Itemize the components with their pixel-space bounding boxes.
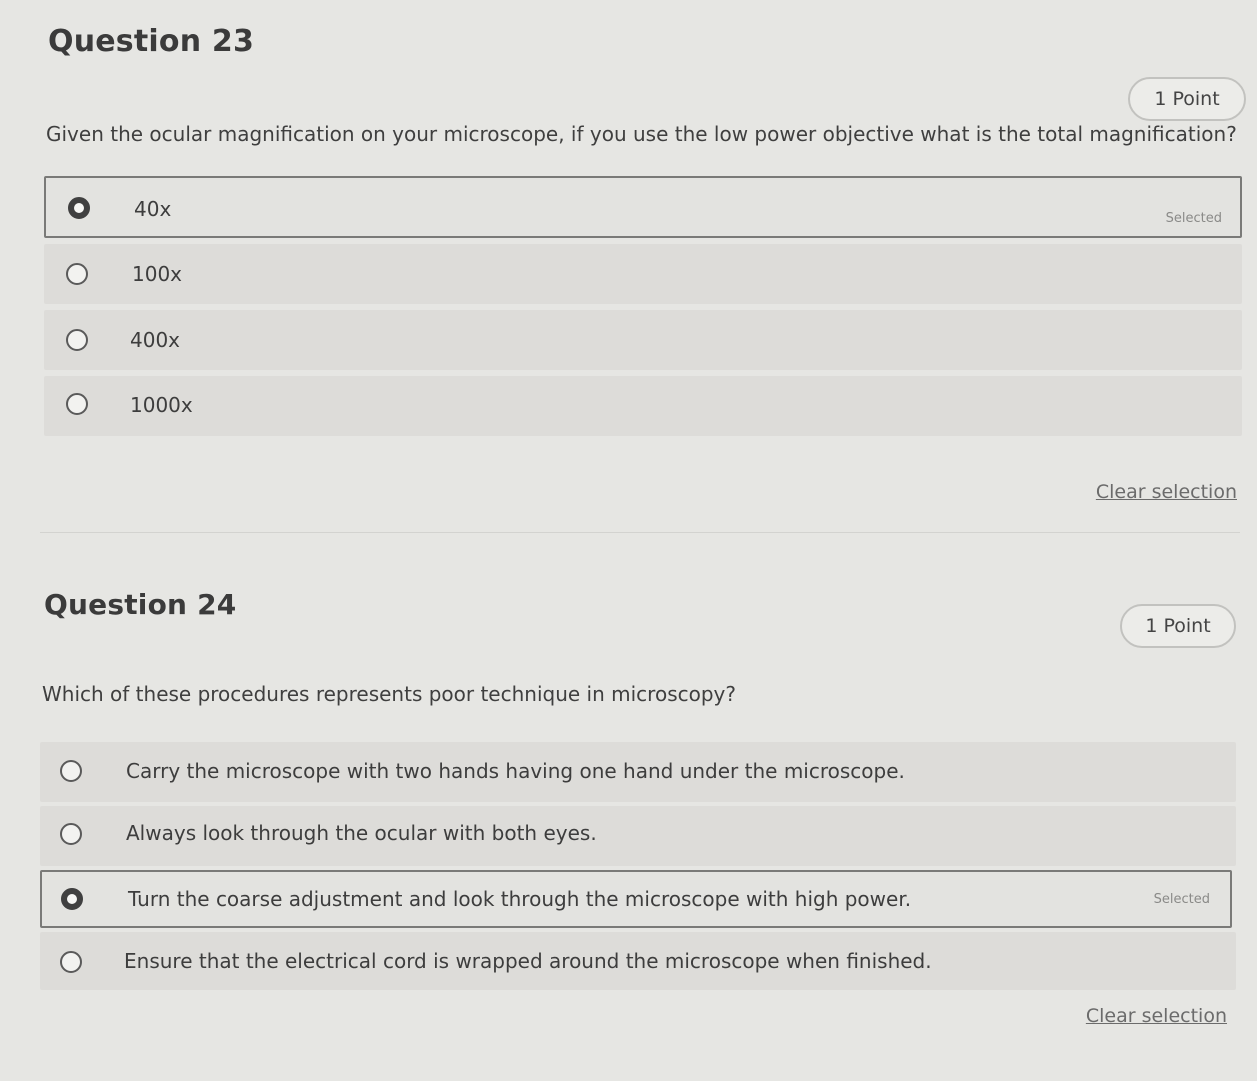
points-badge: 1 Point (1120, 604, 1236, 648)
question-prompt: Which of these procedures represents poo… (42, 682, 736, 706)
radio-button-icon[interactable] (66, 393, 88, 415)
answer-label: 100x (132, 262, 183, 286)
answer-label: Turn the coarse adjustment and look thro… (128, 887, 912, 911)
points-badge: 1 Point (1128, 77, 1246, 121)
clear-selection-link[interactable]: Clear selection (1086, 1005, 1227, 1027)
radio-button-icon[interactable] (66, 329, 88, 351)
answer-label: 400x (130, 328, 181, 352)
question-title: Question 24 (44, 588, 237, 621)
answer-option-100x[interactable]: 100x (44, 244, 1242, 304)
answer-option-400x[interactable]: 400x (44, 310, 1242, 370)
radio-button-icon[interactable] (66, 263, 88, 285)
radio-button-icon[interactable] (60, 951, 82, 973)
answer-option-40x[interactable]: 40x Selected (44, 176, 1242, 238)
answer-label: 1000x (130, 393, 193, 417)
selected-tag: Selected (1153, 892, 1210, 907)
answer-label: Ensure that the electrical cord is wrapp… (124, 949, 932, 973)
question-title: Question 23 (48, 24, 255, 59)
selected-tag: Selected (1165, 211, 1222, 226)
answer-option-carry-two-hands[interactable]: Carry the microscope with two hands havi… (40, 742, 1236, 802)
radio-button-checked-icon[interactable] (68, 197, 90, 219)
radio-button-icon[interactable] (60, 760, 82, 782)
question-prompt: Given the ocular magnification on your m… (46, 122, 1237, 146)
answer-option-cord-wrapped[interactable]: Ensure that the electrical cord is wrapp… (40, 932, 1236, 990)
answer-option-1000x[interactable]: 1000x (44, 376, 1242, 436)
clear-selection-link[interactable]: Clear selection (1096, 481, 1237, 503)
answer-option-coarse-adjustment[interactable]: Turn the coarse adjustment and look thro… (40, 870, 1232, 928)
quiz-page: Question 23 1 Point Given the ocular mag… (0, 0, 1257, 1081)
radio-button-icon[interactable] (60, 823, 82, 845)
radio-button-checked-icon[interactable] (61, 888, 83, 910)
answer-label: Carry the microscope with two hands havi… (126, 759, 905, 783)
answer-option-both-eyes[interactable]: Always look through the ocular with both… (40, 806, 1236, 866)
answer-label: 40x (134, 197, 172, 221)
divider (40, 532, 1240, 533)
answer-label: Always look through the ocular with both… (126, 821, 597, 845)
